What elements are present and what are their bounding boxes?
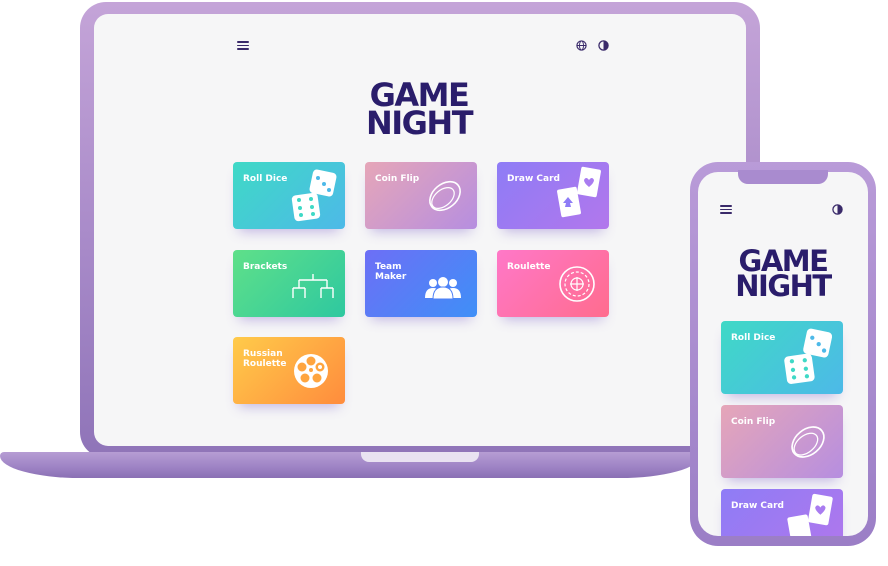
phone-notch <box>738 170 828 184</box>
card-label: Roll Dice <box>243 174 288 184</box>
game-night-logo: GAME NIGHT <box>364 79 474 142</box>
roll-dice-card[interactable]: Roll Dice <box>721 321 843 394</box>
dice-icon <box>784 328 833 384</box>
card-label: Coin Flip <box>731 417 776 427</box>
team-maker-card[interactable]: Team Maker <box>365 250 477 317</box>
card-label: Coin Flip <box>375 174 420 184</box>
playing-cards-icon <box>787 493 833 536</box>
laptop-base <box>0 452 700 478</box>
roll-dice-card[interactable]: Roll Dice <box>233 162 345 229</box>
card-label: Brackets <box>243 262 288 272</box>
logo-line-2: NIGHT <box>735 268 832 303</box>
coin-icon <box>429 180 461 212</box>
card-label: Roll Dice <box>731 333 776 343</box>
roulette-card[interactable]: Roulette <box>497 250 609 317</box>
coin-flip-card[interactable]: Coin Flip <box>721 405 843 478</box>
game-night-logo: GAME NIGHT <box>731 247 835 303</box>
contrast-icon[interactable] <box>598 40 609 51</box>
card-label: Roulette <box>507 262 551 272</box>
card-label: Draw Card <box>731 501 784 511</box>
team-icon <box>425 277 461 300</box>
russian-roulette-card[interactable]: Russian Roulette <box>233 337 345 404</box>
contrast-icon[interactable] <box>832 204 843 215</box>
brackets-card[interactable]: Brackets <box>233 250 345 317</box>
draw-card-card[interactable]: Draw Card <box>721 489 843 536</box>
laptop-trackpad-notch <box>361 452 479 462</box>
bracket-icon <box>292 274 334 298</box>
globe-icon[interactable] <box>576 40 587 51</box>
hamburger-menu-icon[interactable] <box>237 41 249 50</box>
phone-screen: GAME NIGHT Roll Dice Coin Flip Draw Card <box>698 172 868 536</box>
coin-flip-card[interactable]: Coin Flip <box>365 162 477 229</box>
revolver-cylinder-icon <box>294 354 328 388</box>
draw-card-card[interactable]: Draw Card <box>497 162 609 229</box>
playing-cards-icon <box>557 166 601 218</box>
roulette-wheel-icon <box>559 266 595 302</box>
dice-icon <box>291 169 337 222</box>
hamburger-menu-icon[interactable] <box>720 205 732 214</box>
coin-icon <box>791 426 825 458</box>
laptop-screen: GAME NIGHT Roll Dice Coin Flip Draw Card <box>94 14 746 446</box>
logo-line-2: NIGHT <box>365 103 474 142</box>
